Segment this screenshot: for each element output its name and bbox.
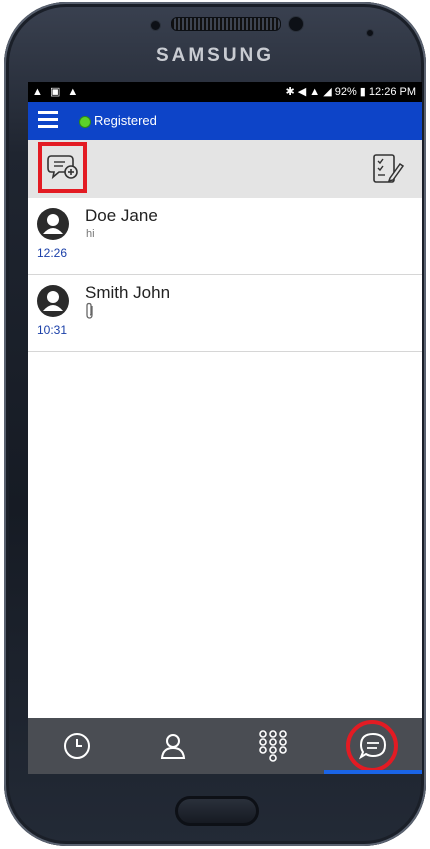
tab-dialpad[interactable] <box>228 718 318 774</box>
attachment-icon <box>86 302 93 319</box>
home-button[interactable] <box>175 796 259 826</box>
proximity-sensor <box>366 29 374 37</box>
tab-contacts[interactable] <box>128 718 218 774</box>
message-time: 10:31 <box>37 323 68 337</box>
front-sensor <box>150 20 161 31</box>
contact-name: Doe Jane <box>85 206 158 225</box>
new-chat-icon <box>47 155 78 180</box>
status-right: ✱ ◀ ▲ ◢ 92% ▮ 12:26 PM <box>285 86 416 98</box>
bottom-navigation <box>28 718 422 774</box>
edit-list-icon <box>373 154 405 183</box>
clock-icon <box>64 733 90 759</box>
earpiece-speaker <box>171 17 281 31</box>
phone-screen: ▲ ▣ ▲ ✱ ◀ ▲ ◢ 92% ▮ 12:26 PM Registered <box>28 82 422 774</box>
registration-status: Registered <box>94 113 157 128</box>
menu-icon[interactable] <box>38 111 58 129</box>
status-bar: ▲ ▣ ▲ ✱ ◀ ▲ ◢ 92% ▮ 12:26 PM <box>28 82 422 102</box>
dialpad-icon <box>259 730 287 762</box>
avatar-icon <box>37 285 69 317</box>
contact-icon <box>160 734 186 759</box>
device-brand: SAMSUNG <box>155 45 275 66</box>
app-bar: Registered <box>28 102 422 140</box>
tab-history[interactable] <box>32 718 122 774</box>
messages-toolbar <box>28 140 422 198</box>
new-chat-button[interactable] <box>38 142 87 193</box>
front-camera <box>288 16 304 32</box>
contact-name: Smith John <box>85 283 171 302</box>
avatar-icon <box>37 208 69 240</box>
notification-icons: ▲ ▣ ▲ <box>32 86 81 98</box>
conversation-item[interactable]: Smith John 10:31 <box>28 275 422 352</box>
active-tab-indicator <box>324 770 422 774</box>
conversation-item[interactable]: Doe Jane hi 12:26 <box>28 198 422 275</box>
registered-status-icon <box>79 116 91 128</box>
message-time: 12:26 <box>37 246 68 260</box>
edit-list-button[interactable] <box>370 152 405 186</box>
message-preview: hi <box>86 228 95 240</box>
chat-tab-highlight <box>346 720 398 772</box>
